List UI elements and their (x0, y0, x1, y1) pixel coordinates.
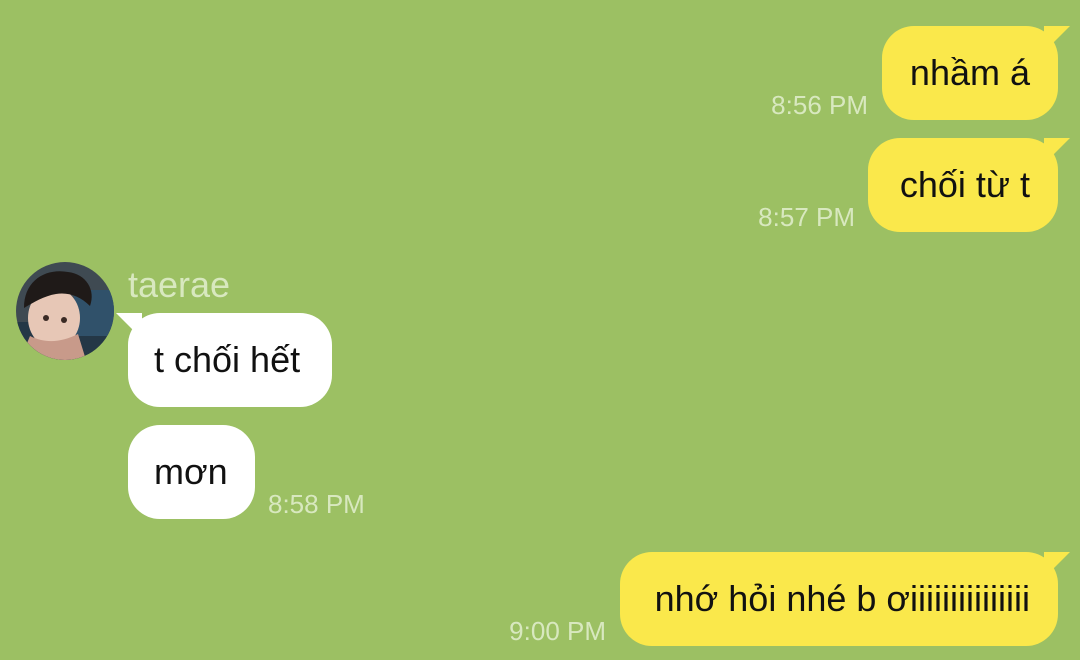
message-timestamp: 8:57 PM (758, 202, 855, 232)
bubble-tail (116, 313, 142, 339)
contact-avatar[interactable] (16, 262, 114, 360)
sender-name: taerae (128, 264, 231, 305)
outgoing-message-bubble[interactable]: nhớ hỏi nhé b ơiiiiiiiiiiiiiii (620, 552, 1070, 646)
chat-area[interactable]: nhầm á 8:56 PM chối từ t 8:57 PM taerae … (0, 0, 1080, 660)
incoming-message-bubble[interactable]: mơn (128, 425, 255, 519)
bubble-tail (1044, 26, 1070, 52)
message-text: mơn (154, 451, 228, 492)
message-text: nhầm á (909, 52, 1030, 93)
message-timestamp: 8:58 PM (268, 489, 365, 519)
message-text: t chối hết (154, 339, 301, 380)
outgoing-message-bubble[interactable]: nhầm á (882, 26, 1070, 120)
outgoing-message-bubble[interactable]: chối từ t (868, 138, 1070, 232)
bubble-tail (1044, 552, 1070, 578)
message-timestamp: 9:00 PM (509, 616, 606, 646)
message-text: chối từ t (899, 164, 1030, 205)
bubble-tail (1044, 138, 1070, 164)
message-timestamp: 8:56 PM (771, 90, 868, 120)
avatar-image (16, 262, 114, 360)
incoming-message-bubble[interactable]: t chối hết (116, 313, 332, 407)
message-text: nhớ hỏi nhé b ơiiiiiiiiiiiiiii (654, 578, 1030, 619)
